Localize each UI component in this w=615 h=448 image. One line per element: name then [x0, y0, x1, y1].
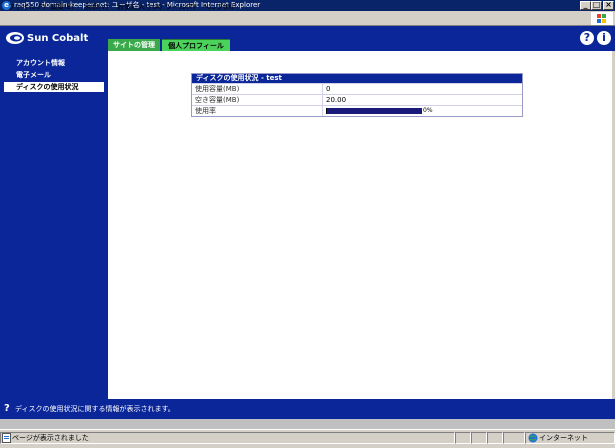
column-divider: [322, 84, 323, 94]
sun-cobalt-logo-icon: [6, 32, 24, 44]
menu-file[interactable]: ファイル(F): [8, 3, 46, 12]
status-text: ページが表示されました: [12, 434, 89, 442]
usage-rate-bar: [326, 108, 422, 114]
usage-rate-percent: 0%: [423, 107, 433, 114]
page-icon: [2, 433, 11, 443]
sidebar-item-email[interactable]: 電子メール: [0, 70, 104, 80]
menu-tools[interactable]: ツール(T): [165, 3, 196, 12]
free-capacity-value: 20.00: [326, 96, 347, 104]
maximize-button[interactable]: □: [591, 1, 602, 10]
table-row: 使用率 0%: [192, 105, 522, 116]
question-icon: ?: [4, 403, 10, 414]
windows-logo-icon: [591, 12, 613, 25]
info-icon[interactable]: i: [597, 31, 611, 45]
sidebar-item-disk-usage[interactable]: ディスクの使用状況: [4, 82, 104, 92]
menu-view[interactable]: 表示(V): [84, 3, 108, 12]
security-zone: インターネット: [539, 434, 588, 442]
table-row: 使用容量(MB) 0: [192, 83, 522, 94]
brand-logo-text: Sun Cobalt: [27, 33, 89, 44]
menu-edit[interactable]: 編集(E): [50, 3, 74, 12]
status-pane: [455, 432, 471, 444]
status-pane: [471, 432, 487, 444]
usage-rate-label: 使用率: [195, 107, 216, 115]
app-header: [0, 26, 615, 51]
table-row: 空き容量(MB) 20.00: [192, 94, 522, 105]
usage-rate-bar-fill: [327, 108, 422, 114]
used-capacity-value: 0: [326, 85, 331, 93]
sidebar: [0, 51, 108, 399]
status-pane: [487, 432, 503, 444]
help-icon[interactable]: ?: [580, 31, 594, 45]
menu-help[interactable]: ヘルプ(H): [202, 3, 234, 12]
frame-gap: [0, 419, 615, 429]
close-button[interactable]: ×: [603, 1, 614, 10]
globe-icon: [528, 433, 538, 443]
tab-site-management[interactable]: サイトの管理: [108, 39, 160, 51]
disk-usage-table-title: ディスクの使用状況 - test: [192, 74, 522, 83]
menu-bar: [0, 11, 615, 26]
free-capacity-label: 空き容量(MB): [195, 96, 240, 104]
disk-usage-table: ディスクの使用状況 - test 使用容量(MB) 0 空き容量(MB) 20.…: [191, 73, 523, 117]
column-divider: [322, 106, 323, 116]
help-info-text: ディスクの使用状況に関する情報が表示されます。: [15, 405, 175, 413]
status-pane: [503, 432, 525, 444]
minimize-button[interactable]: _: [580, 1, 591, 10]
column-divider: [322, 95, 323, 105]
menu-favorites[interactable]: お気に入り(A): [117, 3, 162, 12]
used-capacity-label: 使用容量(MB): [195, 85, 240, 93]
sidebar-item-account-info[interactable]: アカウント情報: [0, 58, 104, 68]
